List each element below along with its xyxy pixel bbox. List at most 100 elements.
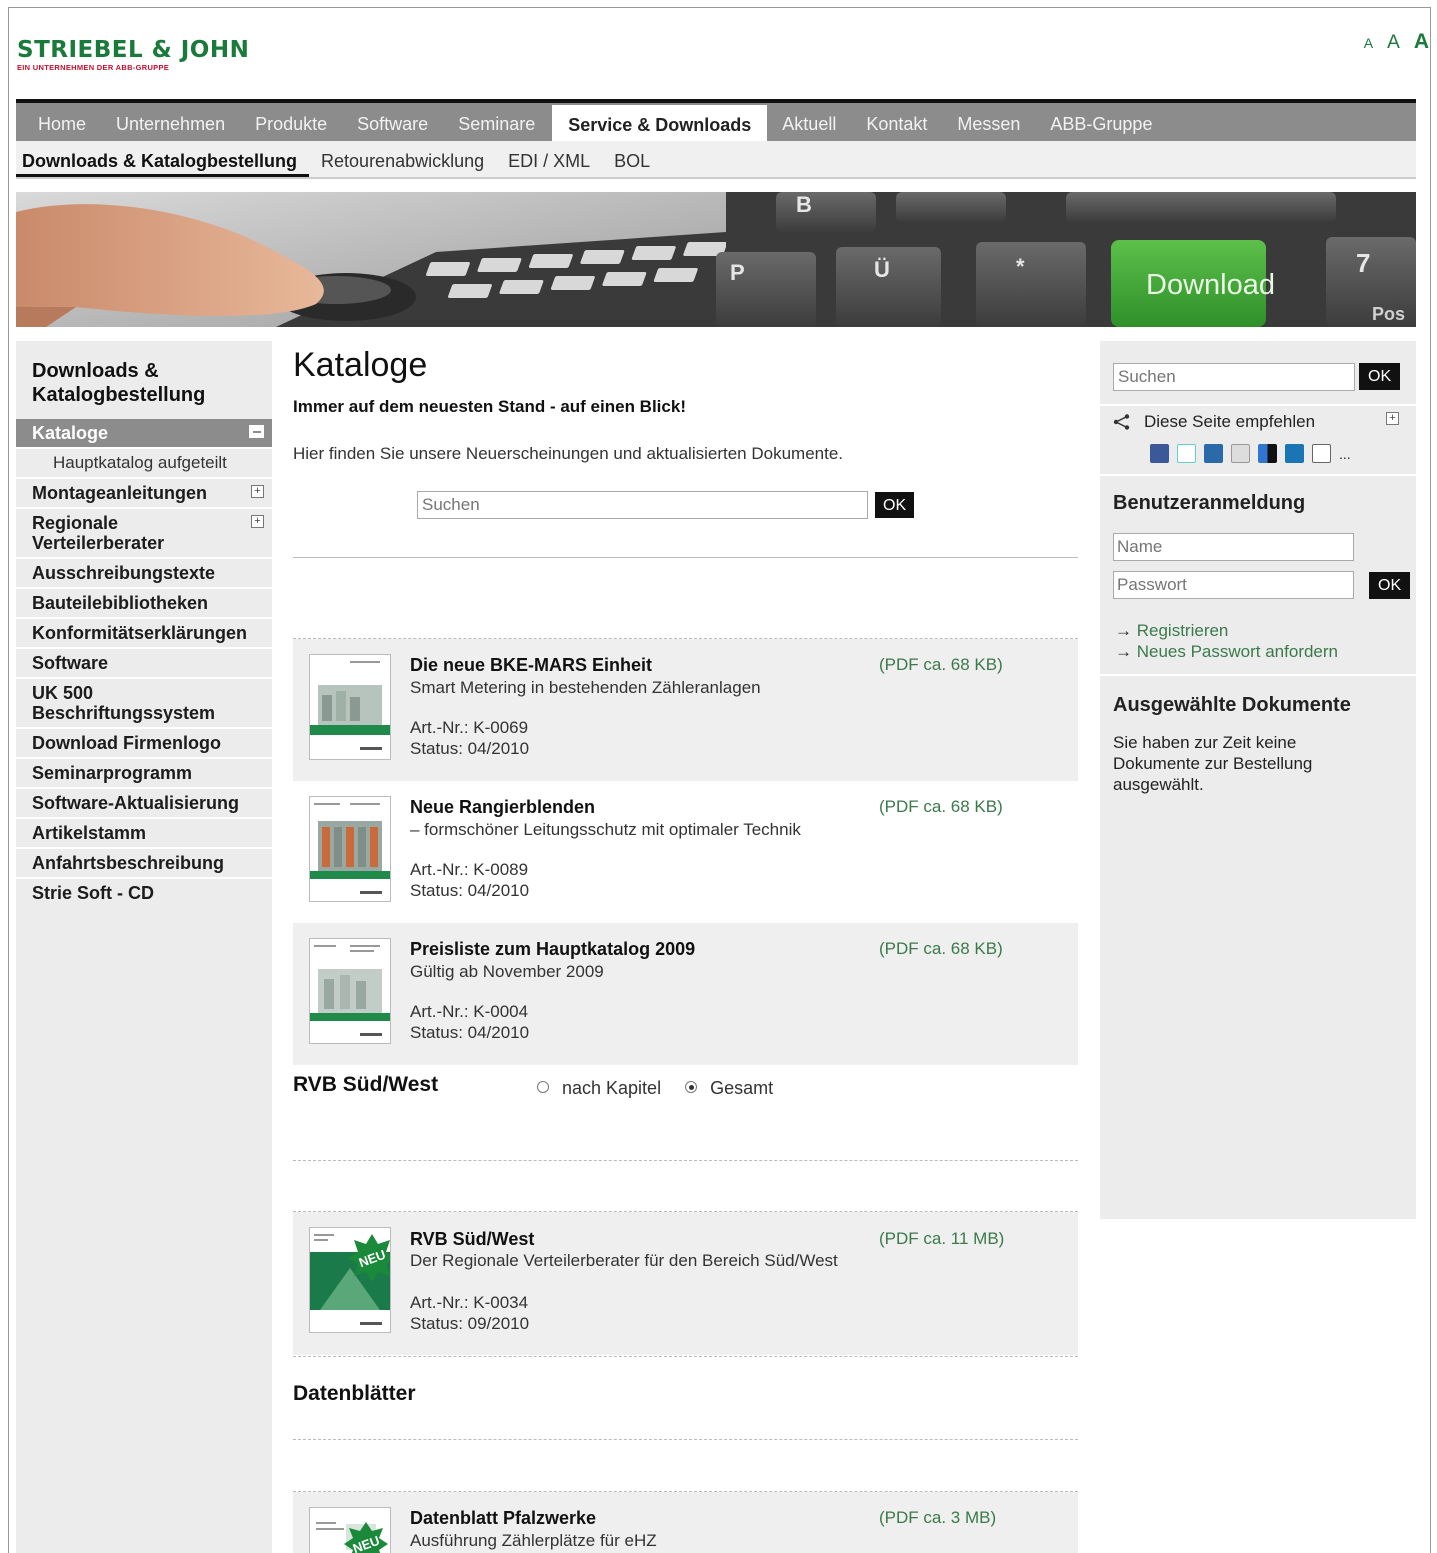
password-link-row: → Neues Passwort anfordern — [1115, 641, 1338, 662]
catalog-pdf-link[interactable]: (PDF ca. 68 KB) — [879, 797, 1003, 817]
expand-icon[interactable]: + — [1386, 412, 1399, 425]
arrow-icon: → — [1115, 642, 1132, 661]
catalog-pdf-link[interactable]: (PDF ca. 68 KB) — [879, 939, 1003, 959]
print-icon[interactable] — [1312, 444, 1331, 463]
rvb-status: Status: 09/2010 — [410, 1314, 530, 1333]
share-icon — [1113, 414, 1130, 430]
delicious-icon[interactable] — [1258, 444, 1277, 463]
expand-icon[interactable]: + — [251, 515, 264, 528]
divider — [293, 1356, 1078, 1357]
sidebar-item-artikelstamm[interactable]: Artikelstamm — [16, 819, 272, 849]
section-title-datenblaetter: Datenblätter — [293, 1382, 416, 1405]
nav-kontakt[interactable]: Kontakt — [851, 103, 942, 141]
sidebar-item-striesoft[interactable]: Strie Soft - CD — [16, 879, 272, 907]
logo-tagline: EIN UNTERNEHMEN DER ABB-GRUPPE — [17, 63, 170, 72]
expand-icon[interactable]: + — [251, 485, 264, 498]
sidebar-item-label: Seminarprogramm — [32, 763, 193, 783]
site-search-input[interactable] — [1113, 363, 1355, 391]
font-size-small-button[interactable]: A — [1364, 35, 1373, 51]
sidebar-item-uk500[interactable]: UK 500 Beschriftungssystem — [16, 679, 272, 729]
sidebar-item-label: Download Firmenlogo — [32, 733, 221, 753]
rvb-title[interactable]: RVB Süd/West — [410, 1229, 534, 1250]
sidebar-item-label: Montageanleitungen — [32, 483, 207, 503]
datasheet-pdf-link[interactable]: (PDF ca. 3 MB) — [879, 1508, 996, 1528]
nav-home[interactable]: Home — [16, 103, 101, 141]
logo[interactable]: STRIEBEL & JOHN EIN UNTERNEHMEN DER ABB-… — [17, 38, 249, 72]
radio-gesamt[interactable] — [685, 1080, 698, 1093]
sidebar-item-montageanleitungen[interactable]: Montageanleitungen + — [16, 479, 272, 509]
catalog-search-ok-button[interactable]: OK — [875, 492, 915, 518]
login-ok-button[interactable]: OK — [1369, 572, 1411, 599]
linkedin-icon[interactable] — [1285, 444, 1304, 463]
nav-aktuell[interactable]: Aktuell — [767, 103, 851, 141]
nav-abb-gruppe[interactable]: ABB-Gruppe — [1035, 103, 1167, 141]
nav-service-downloads[interactable]: Service & Downloads — [552, 105, 768, 141]
catalog-subtitle: Gültig ab November 2009 — [410, 962, 604, 981]
sidebar-item-label: Software-Aktualisierung — [32, 793, 240, 813]
catalog-status: Status: 04/2010 — [410, 1023, 530, 1042]
divider — [293, 1160, 1078, 1161]
intro-text: Hier finden Sie unsere Neuerscheinungen … — [293, 444, 844, 463]
catalog-pdf-link[interactable]: (PDF ca. 68 KB) — [879, 655, 1003, 675]
main-content: Kataloge Immer auf dem neuesten Stand - … — [293, 345, 1078, 1553]
radio-label: Gesamt — [710, 1078, 774, 1098]
catalog-thumbnail[interactable] — [309, 938, 391, 1044]
sidebar-item-firmenlogo[interactable]: Download Firmenlogo — [16, 729, 272, 759]
sidebar-item-ausschreibungstexte[interactable]: Ausschreibungstexte — [16, 559, 272, 589]
sidebar-item-regionale[interactable]: Regionale Verteilerberater + — [16, 509, 272, 559]
catalog-thumbnail[interactable] — [309, 796, 391, 902]
nav-seminare[interactable]: Seminare — [443, 103, 550, 141]
datasheet-title[interactable]: Datenblatt Pfalzwerke — [410, 1508, 596, 1529]
rvb-pdf-link[interactable]: (PDF ca. 11 MB) — [879, 1229, 1004, 1249]
sidebar-title: Downloads & Katalogbestellung — [32, 360, 206, 406]
subnav-downloads-katalog[interactable]: Downloads & Katalogbestellung — [16, 141, 310, 177]
username-field[interactable] — [1113, 533, 1354, 561]
catalog-search-input[interactable] — [417, 491, 868, 519]
request-password-link[interactable]: Neues Passwort anfordern — [1137, 642, 1338, 661]
datasheet-thumbnail[interactable]: NEU — [309, 1507, 391, 1553]
myspace-icon[interactable] — [1204, 444, 1223, 463]
sidebar-item-software-aktualisierung[interactable]: Software-Aktualisierung — [16, 789, 272, 819]
catalog-thumbnail[interactable] — [309, 654, 391, 760]
recommend-page[interactable]: Diese Seite empfehlen — [1113, 412, 1315, 432]
nav-unternehmen[interactable]: Unternehmen — [101, 103, 240, 141]
nav-software[interactable]: Software — [342, 103, 443, 141]
rvb-thumbnail[interactable]: NEU — [309, 1227, 391, 1333]
catalog-title[interactable]: Preisliste zum Hauptkatalog 2009 — [410, 939, 695, 960]
font-size-medium-button[interactable]: A — [1387, 32, 1400, 54]
sidebar-item-label: Software — [32, 653, 109, 673]
catalog-item: Neue Rangierblenden – formschöner Leitun… — [293, 781, 1078, 923]
radio-nach-kapitel[interactable] — [537, 1080, 549, 1093]
main-nav: Home Unternehmen Produkte Software Semin… — [16, 103, 1416, 141]
register-link[interactable]: Registrieren — [1137, 621, 1229, 640]
nav-produkte[interactable]: Produkte — [240, 103, 342, 141]
sidebar-item-software[interactable]: Software — [16, 649, 272, 679]
sidebar-item-hauptkatalog[interactable]: Hauptkatalog aufgeteilt — [16, 449, 272, 479]
collapse-icon[interactable] — [249, 425, 264, 438]
login-title: Benutzeranmeldung — [1113, 492, 1306, 514]
selected-documents-text: Sie haben zur Zeit keine Dokumente zur B… — [1113, 733, 1313, 794]
more-share-icon[interactable]: ... — [1339, 446, 1351, 462]
sidebar-item-label: Artikelstamm — [32, 823, 147, 843]
sidebar-item-anfahrt[interactable]: Anfahrtsbeschreibung — [16, 849, 272, 879]
sidebar-item-seminarprogramm[interactable]: Seminarprogramm — [16, 759, 272, 789]
site-search-ok-button[interactable]: OK — [1359, 363, 1401, 390]
sidebar-item-kataloge[interactable]: Kataloge — [16, 419, 272, 449]
nav-messen[interactable]: Messen — [942, 103, 1035, 141]
facebook-icon[interactable] — [1150, 444, 1169, 463]
banner-key-star: * — [1016, 254, 1025, 279]
catalog-title[interactable]: Neue Rangierblenden — [410, 797, 595, 818]
subnav-edi-xml[interactable]: EDI / XML — [496, 141, 602, 177]
subnav-retourenabwicklung[interactable]: Retourenabwicklung — [309, 141, 496, 177]
sidebar-item-konformitaet[interactable]: Konformitätserklärungen — [16, 619, 272, 649]
arrow-icon: → — [1115, 621, 1132, 640]
rvb-item: NEU RVB Süd/West Der Regionale Verteiler… — [293, 1212, 1078, 1355]
catalog-title[interactable]: Die neue BKE-MARS Einheit — [410, 655, 652, 676]
datasheet-item: NEU Datenblatt Pfalzwerke Ausführung Zäh… — [293, 1492, 1078, 1553]
subnav-bol[interactable]: BOL — [602, 141, 662, 177]
google-bookmark-icon[interactable] — [1231, 444, 1250, 463]
font-size-large-button[interactable]: A — [1414, 30, 1429, 54]
password-field[interactable] — [1113, 571, 1354, 599]
sidebar-item-bauteilebibliotheken[interactable]: Bauteilebibliotheken — [16, 589, 272, 619]
twitter-icon[interactable] — [1177, 444, 1196, 463]
